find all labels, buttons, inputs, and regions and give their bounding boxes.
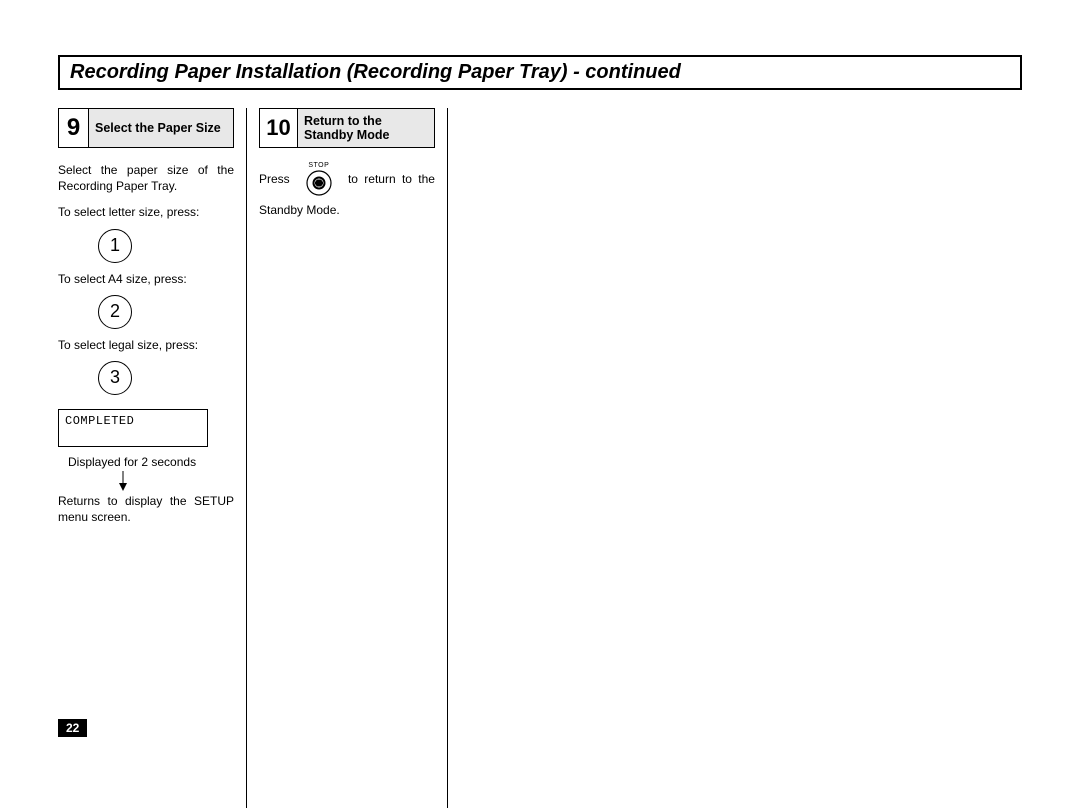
- to-return-text: to return to the: [348, 172, 435, 186]
- arrow-down-icon: [118, 471, 128, 491]
- manual-page: Recording Paper Installation (Recording …: [0, 0, 1080, 763]
- step-10-header: 10 Return to the Standby Mode: [259, 108, 435, 148]
- step-9-intro: Select the paper size of the Recording P…: [58, 162, 234, 194]
- step-9-returns-text: Returns to display the SETUP menu screen…: [58, 493, 234, 525]
- keypad-2-button[interactable]: 2: [98, 295, 132, 329]
- stop-label: STOP: [308, 162, 329, 169]
- step-9-title: Select the Paper Size: [89, 109, 233, 147]
- step-10-title: Return to the Standby Mode: [298, 109, 434, 147]
- lcd-caption: Displayed for 2 seconds: [68, 455, 234, 469]
- step-9-header: 9 Select the Paper Size: [58, 108, 234, 148]
- page-number: 22: [58, 719, 87, 737]
- stop-button-graphic[interactable]: STOP: [306, 162, 332, 196]
- keypad-1-button[interactable]: 1: [98, 229, 132, 263]
- step-9-number: 9: [59, 109, 89, 147]
- standby-text: Standby Mode.: [259, 202, 435, 218]
- step-10-number: 10: [260, 109, 298, 147]
- step-10-press-row: Press STOP to return to the: [259, 162, 435, 196]
- step-9-letter-prompt: To select letter size, press:: [58, 204, 234, 220]
- column-step-10: 10 Return to the Standby Mode Press STOP: [259, 108, 448, 808]
- content-columns: 9 Select the Paper Size Select the paper…: [58, 108, 1022, 808]
- column-step-9: 9 Select the Paper Size Select the paper…: [58, 108, 247, 808]
- keypad-3-button[interactable]: 3: [98, 361, 132, 395]
- step-9-legal-prompt: To select legal size, press:: [58, 337, 234, 353]
- step-9-a4-prompt: To select A4 size, press:: [58, 271, 234, 287]
- stop-icon: [306, 170, 332, 196]
- page-title: Recording Paper Installation (Recording …: [58, 55, 1022, 90]
- lcd-display: COMPLETED: [58, 409, 208, 447]
- press-text: Press: [259, 172, 290, 186]
